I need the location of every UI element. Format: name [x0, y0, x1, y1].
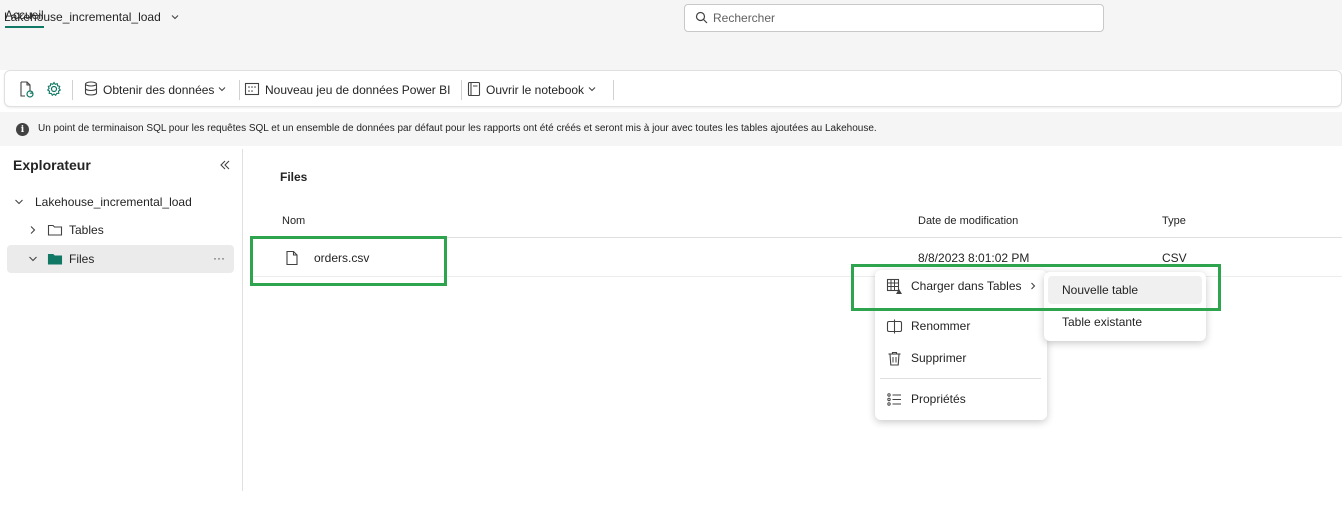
get-data-button[interactable]: Obtenir des données [83, 80, 227, 100]
trash-icon [886, 350, 903, 367]
chevron-down-icon[interactable] [170, 11, 180, 25]
tab-accueil[interactable]: Accueil [5, 8, 44, 28]
menu-separator [880, 378, 1041, 379]
tree-item-tables[interactable]: Tables [7, 216, 234, 244]
notebook-icon [467, 81, 481, 100]
toolbar-separator [613, 80, 614, 100]
info-icon: i [16, 123, 29, 136]
toolbar-separator [72, 80, 73, 100]
column-header-type[interactable]: Type [1162, 215, 1186, 227]
info-banner-text: Un point de terminaison SQL pour les req… [38, 123, 877, 134]
search-input[interactable] [713, 8, 1093, 28]
dataset-grid-icon [244, 81, 260, 100]
settings-button[interactable] [45, 80, 63, 100]
chevron-down-icon [587, 83, 597, 97]
files-view-title: Files [280, 170, 308, 184]
menu-item-properties[interactable]: Propriétés [886, 389, 966, 409]
collapse-pane-icon[interactable] [218, 158, 232, 175]
menu-item-rename[interactable]: Renommer [886, 316, 970, 336]
annotation-highlight [250, 236, 447, 286]
file-modified: 8/8/2023 8:01:02 PM [918, 251, 1030, 265]
menu-item-label: Supprimer [911, 351, 967, 365]
chevron-down-icon[interactable] [27, 253, 41, 265]
tree-item-files[interactable]: Files ··· [7, 245, 234, 273]
new-dataset-button[interactable]: Nouveau jeu de données Power BI [244, 80, 450, 100]
menu-item-label: Renommer [911, 319, 971, 333]
tree-item-label: Tables [69, 223, 104, 237]
open-notebook-button[interactable]: Ouvrir le notebook [467, 80, 597, 100]
menu-item-delete[interactable]: Supprimer [886, 348, 966, 368]
rename-icon [886, 318, 903, 335]
new-dataset-label: Nouveau jeu de données Power BI [265, 83, 451, 97]
document-refresh-icon [17, 80, 35, 101]
explorer-title: Explorateur [13, 157, 91, 173]
database-icon [83, 80, 99, 101]
more-options-icon[interactable]: ··· [213, 251, 225, 265]
folder-filled-icon [47, 252, 63, 266]
column-header-modified[interactable]: Date de modification [918, 215, 1018, 227]
submenu-item-existing-table[interactable]: Table existante [1062, 315, 1142, 329]
refresh-button[interactable] [17, 80, 35, 100]
column-header-name[interactable]: Nom [282, 215, 305, 227]
toolbar-separator [461, 80, 462, 100]
file-type: CSV [1162, 251, 1187, 265]
tree-item-label: Lakehouse_incremental_load [35, 195, 192, 209]
title-bar [0, 0, 1342, 38]
search-icon [695, 11, 708, 27]
toolbar-separator [239, 80, 240, 100]
ribbon-tab-bar [0, 38, 1342, 70]
folder-icon [47, 223, 63, 237]
chevron-down-icon[interactable] [13, 196, 27, 208]
annotation-highlight [851, 264, 1221, 311]
open-notebook-label: Ouvrir le notebook [486, 83, 585, 97]
menu-item-label: Propriétés [911, 392, 966, 406]
chevron-right-icon[interactable] [27, 224, 41, 236]
tree-item-label: Files [69, 252, 95, 266]
gear-icon [45, 80, 63, 101]
chevron-down-icon [217, 83, 227, 97]
tree-item-lakehouse[interactable]: Lakehouse_incremental_load [7, 188, 234, 216]
properties-list-icon [886, 391, 903, 408]
get-data-label: Obtenir des données [103, 83, 215, 97]
ribbon-toolbar: Obtenir des données Nouveau jeu de donné… [4, 70, 1342, 107]
search-box[interactable] [684, 4, 1104, 32]
